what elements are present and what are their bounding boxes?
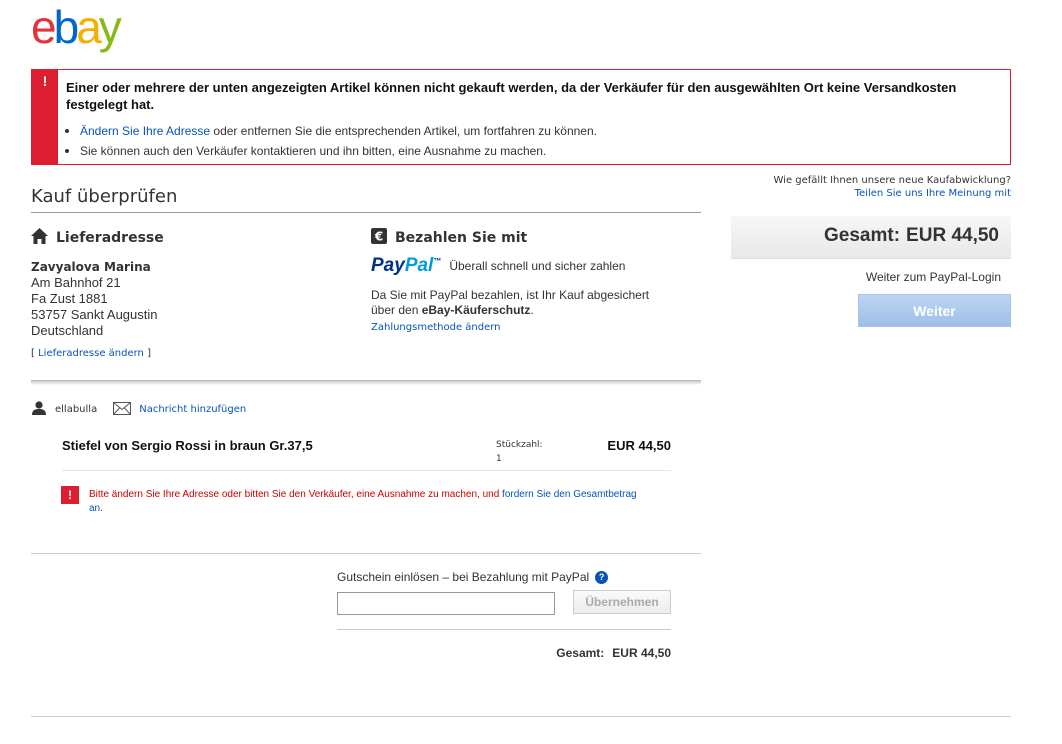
paypal-logo-part: Pal bbox=[404, 255, 434, 276]
shipping-heading-text: Lieferadresse bbox=[56, 230, 164, 246]
item-error-icon: ! bbox=[61, 486, 79, 504]
address-country: Deutschland bbox=[31, 323, 104, 338]
alert-icon: ! bbox=[32, 70, 58, 164]
paypal-row: PayPal™ Überall schnell und sicher zahle… bbox=[371, 255, 625, 277]
add-message-link[interactable]: Nachricht hinzufügen bbox=[139, 404, 246, 415]
coupon-label: Gutschein einlösen – bei Bezahlung mit P… bbox=[337, 570, 609, 584]
payment-heading-text: Bezahlen Sie mit bbox=[395, 230, 528, 246]
seller-row: ellabulla Nachricht hinzufügen bbox=[31, 401, 246, 418]
recipient-name: Zavyalova Marina bbox=[31, 260, 151, 274]
paypal-logo: PayPal™ bbox=[371, 255, 441, 277]
item-price: EUR 44,50 bbox=[607, 438, 671, 453]
continue-button[interactable]: Weiter bbox=[858, 294, 1011, 327]
section-divider bbox=[31, 553, 701, 554]
alert-message: Einer oder mehrere der unten angezeigten… bbox=[66, 80, 957, 112]
total-summary-text: Gesamt: EUR 44,50 bbox=[824, 225, 999, 247]
shipping-heading: Lieferadresse bbox=[31, 228, 164, 248]
total-label: Gesamt: bbox=[824, 225, 901, 246]
ebay-logo[interactable]: ebay bbox=[31, 1, 122, 53]
change-shipping-wrapper: [ Lieferadresse ändern ] bbox=[31, 348, 151, 359]
payment-info-text: . bbox=[530, 303, 534, 317]
quantity-label: Stückzahl: bbox=[496, 440, 543, 450]
payment-info-text: über den bbox=[371, 303, 422, 317]
order-total: Gesamt: EUR 44,50 bbox=[480, 646, 671, 660]
logo-letter: a bbox=[76, 1, 102, 53]
bracket: ] bbox=[143, 348, 151, 359]
address-line: 53757 Sankt Augustin bbox=[31, 307, 158, 322]
payment-info-line: über den eBay-Käuferschutz. bbox=[371, 303, 671, 318]
home-icon bbox=[31, 228, 48, 248]
user-icon bbox=[31, 401, 47, 418]
logo-letter: e bbox=[31, 1, 57, 53]
item-title[interactable]: Stiefel von Sergio Rossi in braun Gr.37,… bbox=[62, 438, 313, 453]
change-payment-link[interactable]: Zahlungsmethode ändern bbox=[371, 322, 501, 333]
payment-info-line: Da Sie mit PayPal bezahlen, ist Ihr Kauf… bbox=[371, 288, 650, 302]
page-title: Kauf überprüfen bbox=[31, 186, 178, 207]
address-line: Am Bahnhof 21 bbox=[31, 275, 121, 290]
order-total-label: Gesamt: bbox=[556, 646, 605, 660]
total-value: EUR 44,50 bbox=[906, 225, 999, 246]
change-address-link[interactable]: Ändern Sie Ihre Adresse bbox=[80, 124, 210, 138]
apply-coupon-button[interactable]: Übernehmen bbox=[573, 590, 671, 614]
section-divider bbox=[31, 380, 701, 385]
svg-text:€: € bbox=[374, 230, 383, 244]
alert-bullet-change-address: Ändern Sie Ihre Adresse oder entfernen S… bbox=[65, 121, 597, 141]
paypal-logo-part: Pay bbox=[371, 255, 405, 276]
footer-divider bbox=[31, 716, 1011, 717]
quantity-value: 1 bbox=[496, 454, 502, 464]
buyer-protection-text: eBay-Käuferschutz bbox=[421, 303, 531, 317]
envelope-icon[interactable] bbox=[113, 401, 132, 418]
item-divider bbox=[62, 470, 671, 471]
coupon-divider bbox=[337, 629, 671, 630]
address-line: Fa Zust 1881 bbox=[31, 291, 108, 306]
alert-list: Ändern Sie Ihre Adresse oder entfernen S… bbox=[65, 121, 597, 161]
paypal-tagline: Überall schnell und sicher zahlen bbox=[449, 259, 626, 273]
payment-heading: € Bezahlen Sie mit bbox=[371, 228, 527, 248]
coupon-input[interactable] bbox=[337, 592, 555, 615]
payment-info: Da Sie mit PayPal bezahlen, ist Ihr Kauf… bbox=[371, 288, 671, 318]
order-total-value: EUR 44,50 bbox=[612, 646, 671, 660]
paypal-tm: ™ bbox=[433, 256, 442, 266]
total-summary: Gesamt: EUR 44,50 bbox=[731, 216, 1011, 259]
shipping-address: Zavyalova Marina Am Bahnhof 21 Fa Zust 1… bbox=[31, 259, 158, 339]
paypal-login-note: Weiter zum PayPal-Login bbox=[865, 270, 1001, 284]
alert-bullet-contact-seller: Sie können auch den Verkäufer kontaktier… bbox=[65, 141, 597, 161]
feedback-question: Wie gefällt Ihnen unsere neue Kaufabwick… bbox=[773, 175, 1012, 186]
logo-letter: y bbox=[98, 1, 122, 53]
seller-username: ellabulla bbox=[55, 404, 98, 415]
help-icon[interactable]: ? bbox=[595, 570, 609, 584]
coupon-label-text: Gutschein einlösen – bei Bezahlung mit P… bbox=[337, 570, 590, 584]
euro-icon: € bbox=[371, 228, 387, 248]
error-alert: ! Einer oder mehrere der unten angezeigt… bbox=[31, 69, 1011, 165]
item-change-address-link[interactable]: Bitte ändern Sie Ihre Adresse bbox=[89, 489, 219, 500]
change-shipping-link[interactable]: Lieferadresse ändern bbox=[38, 348, 144, 359]
item-error-text: . bbox=[100, 503, 103, 514]
logo-letter: b bbox=[53, 1, 80, 53]
item-error-text: oder bitten Sie den Verkäufer, eine Ausn… bbox=[219, 489, 503, 500]
alert-bullet-text: oder entfernen Sie die entsprechenden Ar… bbox=[210, 124, 597, 138]
feedback-link[interactable]: Teilen Sie uns Ihre Meinung mit bbox=[700, 188, 1011, 199]
title-divider bbox=[31, 212, 701, 213]
item-error-message: Bitte ändern Sie Ihre Adresse oder bitte… bbox=[89, 488, 649, 516]
